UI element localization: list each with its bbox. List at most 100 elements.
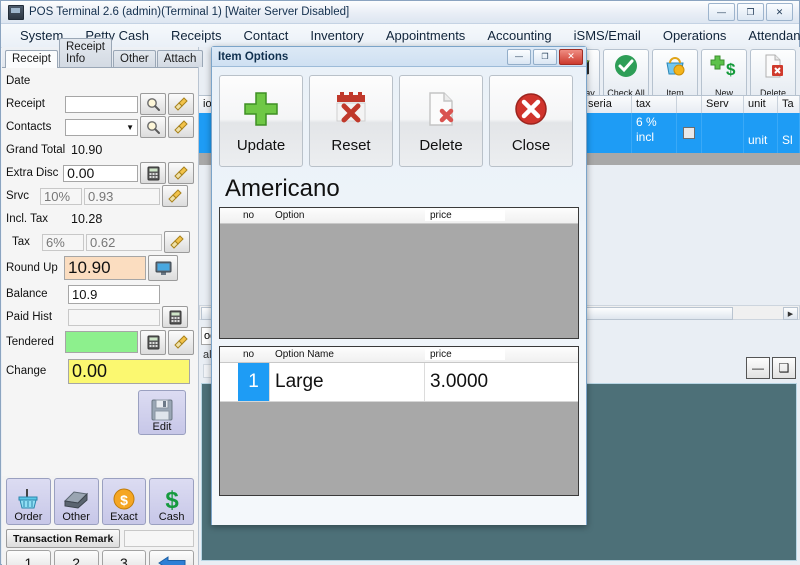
grid-col-serv[interactable]: Serv — [702, 96, 744, 114]
tax-percent-input[interactable]: 6% — [42, 233, 84, 251]
extra-disc-input[interactable]: 0.00 — [63, 164, 138, 182]
edit-button[interactable]: Edit — [138, 390, 186, 435]
delete-button[interactable]: Delete — [399, 75, 483, 167]
menu-item-isms-email[interactable]: iSMS/Email — [563, 26, 652, 45]
list-item[interactable]: 1 Large 3.0000 — [220, 363, 578, 402]
paid-hist-input[interactable] — [68, 308, 160, 326]
toolbar-check-all-button[interactable]: Check All — [603, 49, 649, 101]
toolbar-item-button[interactable]: Item — [652, 49, 698, 101]
toolbar-new-button[interactable]: $ New — [701, 49, 747, 101]
order-button[interactable]: Order — [6, 478, 51, 525]
menu-item-contact[interactable]: Contact — [233, 26, 300, 45]
key-2[interactable]: 2 — [53, 550, 99, 565]
contacts-combo[interactable]: ▼ — [65, 118, 138, 136]
tab-attach[interactable]: Attach — [156, 50, 204, 67]
field-grand-total: Grand Total 10.90 — [6, 139, 194, 161]
minus-button[interactable]: — — [746, 357, 770, 379]
close-button[interactable]: Close — [489, 75, 573, 167]
field-date: Date — [6, 70, 194, 92]
sel-col-price: price — [425, 349, 505, 360]
close-button-label: Close — [511, 136, 551, 154]
cash-button[interactable]: $ Cash — [149, 478, 194, 525]
window-buttons: — ❐ ✕ — [708, 3, 795, 21]
other-payment-button[interactable]: Other — [53, 478, 99, 525]
square-button[interactable]: ❑ — [772, 357, 796, 379]
other-payment-button-label: Other — [62, 511, 90, 523]
dialog-minimize-button[interactable]: — — [507, 48, 531, 65]
contacts-search-button[interactable] — [140, 116, 166, 138]
tendered-calculator-button[interactable] — [140, 329, 166, 355]
receipt-tabs: Receipt Receipt Info Other Attach — [2, 38, 204, 68]
payment-actions: Order Other $ Exact $ Cash — [2, 476, 198, 527]
key-1[interactable]: 1 — [6, 550, 51, 565]
transaction-remark-input[interactable] — [124, 530, 194, 547]
incl-tax-value: 10.28 — [71, 212, 103, 226]
balance-input[interactable]: 10.9 — [68, 284, 160, 304]
field-receipt: Receipt — [6, 93, 194, 115]
dialog-close-button[interactable]: ✕ — [559, 48, 583, 65]
add-dollar-icon: $ — [710, 55, 736, 79]
grid-col-unit[interactable]: unit — [744, 96, 778, 114]
scroll-right-arrow-icon[interactable]: ▶ — [783, 307, 798, 320]
tax-amount-input[interactable]: 0.62 — [86, 233, 162, 251]
sel-col-name: Option Name — [275, 349, 334, 360]
srvc-percent-input[interactable]: 10% — [40, 187, 82, 205]
grid-col-tax[interactable]: tax — [632, 96, 677, 114]
grid-col-ta[interactable]: Ta — [778, 96, 800, 114]
extra-disc-clear-button[interactable] — [168, 162, 194, 184]
srvc-amount-input[interactable]: 0.93 — [84, 187, 160, 205]
grid-col-seria[interactable]: seria — [584, 96, 632, 114]
maximize-button[interactable]: ❐ — [737, 3, 764, 21]
cell-serv — [702, 113, 744, 153]
paid-hist-calculator-button[interactable] — [162, 306, 188, 328]
toolbar-delete-button[interactable]: Delete — [750, 49, 796, 101]
extra-disc-calculator-button[interactable] — [140, 162, 166, 184]
card-icon — [64, 491, 89, 509]
tax-clear-button[interactable] — [164, 231, 190, 253]
reset-button-label: Reset — [331, 136, 371, 154]
tendered-clear-button[interactable] — [168, 329, 194, 355]
menu-item-accounting[interactable]: Accounting — [476, 26, 562, 45]
green-plus-icon — [244, 91, 278, 126]
grid-col-check[interactable] — [677, 96, 702, 114]
field-tendered: Tendered — [6, 329, 194, 355]
field-change: Change 0.00 — [6, 356, 194, 386]
dialog-maximize-button[interactable]: ❐ — [533, 48, 557, 65]
tab-receipt[interactable]: Receipt — [5, 50, 58, 68]
menu-item-attendance[interactable]: Attendance — [737, 26, 800, 45]
receipt-form: Date Receipt Contacts ▼ Grand Total 10.9… — [2, 68, 198, 476]
round-up-input[interactable]: 10.90 — [64, 256, 146, 280]
menu-item-appointments[interactable]: Appointments — [375, 26, 477, 45]
svg-text:$: $ — [726, 60, 736, 79]
contacts-clear-button[interactable] — [168, 116, 194, 138]
tendered-input[interactable] — [65, 331, 138, 353]
sel-row-price: 3.0000 — [430, 371, 489, 392]
update-button[interactable]: Update — [219, 75, 303, 167]
menu-item-receipts[interactable]: Receipts — [160, 26, 233, 45]
key-3[interactable]: 3 — [101, 550, 147, 565]
close-button[interactable]: ✕ — [766, 3, 793, 21]
selected-options-grid[interactable]: no Option Name price 1 Large 3.0000 — [219, 346, 579, 496]
menu-item-operations[interactable]: Operations — [652, 26, 738, 45]
round-up-display-button[interactable] — [148, 255, 178, 281]
reset-button[interactable]: Reset — [309, 75, 393, 167]
sel-row-indicator — [220, 363, 238, 401]
transaction-remark-button[interactable]: Transaction Remark — [6, 529, 121, 548]
dialog-titlebar[interactable]: Item Options — ❐ ✕ — [212, 47, 586, 67]
tab-other[interactable]: Other — [113, 50, 156, 67]
receipt-search-button[interactable] — [140, 93, 166, 115]
cell-checkbox[interactable] — [677, 113, 702, 153]
receipt-clear-button[interactable] — [168, 93, 194, 115]
chevron-down-icon: ▼ — [126, 122, 134, 132]
tab-receipt-info[interactable]: Receipt Info — [59, 38, 112, 67]
broom-icon — [173, 334, 188, 349]
key-backspace[interactable] — [149, 550, 194, 565]
minimize-button[interactable]: — — [708, 3, 735, 21]
receipt-input[interactable] — [65, 95, 138, 113]
menu-item-inventory[interactable]: Inventory — [299, 26, 374, 45]
sel-row-name: Large — [270, 363, 425, 401]
exact-button[interactable]: $ Exact — [101, 478, 147, 525]
reset-red-icon — [336, 91, 366, 122]
available-options-grid[interactable]: no Option price — [219, 207, 579, 339]
srvc-clear-button[interactable] — [162, 185, 188, 207]
